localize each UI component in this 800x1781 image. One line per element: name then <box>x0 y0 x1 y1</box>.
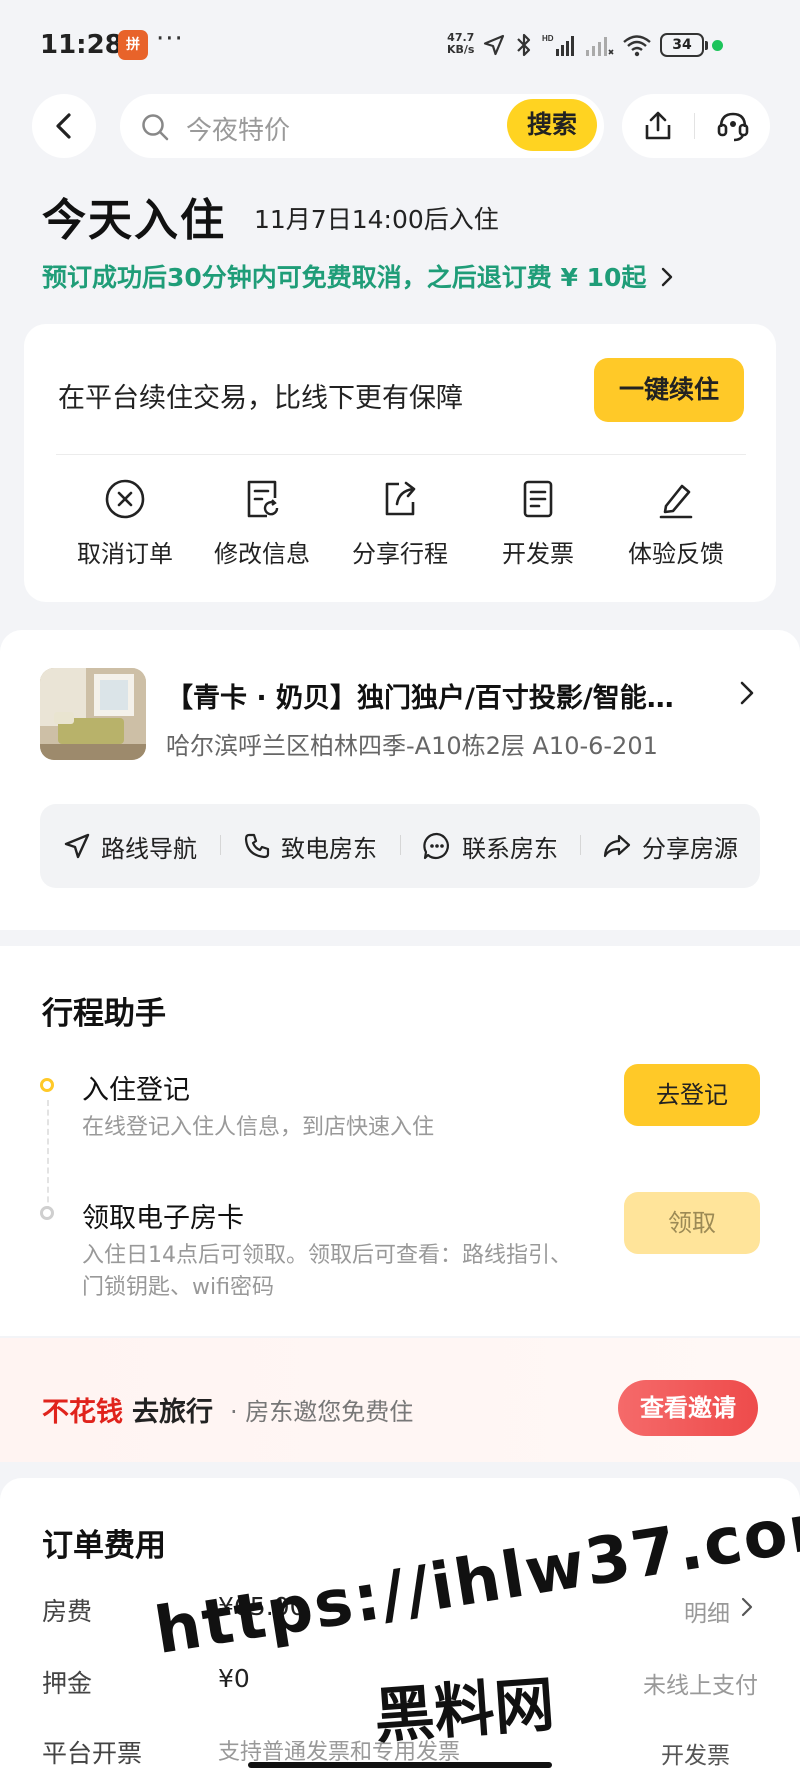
fee-status: 未线上支付 <box>643 1673 758 1699</box>
renew-text: 在平台续住交易，比线下更有保障 <box>58 383 463 414</box>
share-listing-button[interactable]: 分享房源 <box>580 829 760 864</box>
back-button[interactable] <box>32 94 96 158</box>
feedback-button[interactable]: 体验反馈 <box>607 478 745 569</box>
invoice-icon <box>523 480 553 518</box>
navigation-icon <box>64 833 90 859</box>
location-icon <box>483 34 505 56</box>
share-trip-button[interactable]: 分享行程 <box>331 478 469 569</box>
net-speed-unit: KB/s <box>447 43 475 56</box>
page-title: 今天入住 <box>42 195 226 246</box>
step-title: 领取电子房卡 <box>82 1203 244 1234</box>
signal-hd-icon: HD <box>542 34 574 56</box>
fee-label: 平台开票 <box>42 1739 143 1768</box>
pencil-icon <box>659 484 693 519</box>
house-thumbnail[interactable] <box>40 668 146 760</box>
promo-highlight: 不花钱 <box>42 1397 123 1428</box>
phone-icon <box>244 833 270 859</box>
chevron-left-icon <box>56 113 71 139</box>
signal-icon <box>586 37 614 56</box>
wifi-icon <box>623 35 651 57</box>
headset-icon[interactable] <box>716 110 750 142</box>
house-toolbar: 路线导航 致电房东 联系房东 分享房源 <box>40 804 760 888</box>
get-room-card-button[interactable]: 领取 <box>624 1192 760 1254</box>
step-desc: 入住日14点后可领取。领取后可查看：路线指引、 <box>82 1243 572 1268</box>
fee-detail-link[interactable]: 明细 <box>620 1594 730 1628</box>
divider <box>56 454 746 455</box>
tool-label: 致电房东 <box>281 834 377 863</box>
promo-title: 去旅行 <box>132 1397 213 1428</box>
status-icons: HD 34 <box>482 30 723 60</box>
bluetooth-icon <box>517 33 531 57</box>
step-indicator-active <box>40 1078 54 1092</box>
navigation-button[interactable]: 路线导航 <box>40 829 220 864</box>
edit-info-button[interactable]: 修改信息 <box>193 478 331 569</box>
cancel-policy-link[interactable]: 预订成功后30分钟内可免费取消，之后退订费 ¥ 10起 <box>42 258 675 294</box>
chevron-right-icon[interactable] <box>738 680 756 706</box>
divider <box>693 113 695 139</box>
trip-assistant-title: 行程助手 <box>42 996 166 1032</box>
order-fees-title: 订单费用 <box>42 1528 166 1564</box>
fee-label: 押金 <box>42 1669 93 1698</box>
room-photo <box>40 668 146 760</box>
checkin-time: 11月7日14:00后入住 <box>254 205 499 234</box>
chat-icon <box>423 832 449 860</box>
action-label: 开发票 <box>502 540 574 568</box>
message-host-button[interactable]: 联系房东 <box>400 829 580 864</box>
action-label: 体验反馈 <box>628 540 724 568</box>
issue-invoice-link[interactable]: 开发票 <box>630 1736 730 1770</box>
tool-label: 路线导航 <box>101 834 197 863</box>
call-host-button[interactable]: 致电房东 <box>220 829 400 864</box>
step-indicator-inactive <box>40 1206 54 1220</box>
battery-icon: 34 <box>660 33 708 57</box>
step-title: 入住登记 <box>82 1075 190 1106</box>
cancel-policy-text: 预订成功后30分钟内可免费取消，之后退订费 ¥ 10起 <box>42 263 647 292</box>
house-title[interactable]: 【青卡 · 奶贝】独门独户/百寸投影/智能… <box>166 676 726 715</box>
promo-subtitle: · 房东邀您免费住 <box>230 1398 414 1426</box>
action-label: 取消订单 <box>77 540 173 568</box>
svg-text:HD: HD <box>542 34 554 43</box>
cancel-order-button[interactable]: 取消订单 <box>56 478 194 569</box>
renew-button[interactable]: 一键续住 <box>594 358 744 422</box>
view-invitation-button[interactable]: 查看邀请 <box>618 1380 758 1436</box>
chevron-right-icon[interactable] <box>740 1596 754 1618</box>
status-time: 11:28 <box>40 30 123 60</box>
home-indicator[interactable] <box>248 1762 552 1768</box>
register-button[interactable]: 去登记 <box>624 1064 760 1126</box>
net-speed: 47.7 KB/s <box>447 32 474 56</box>
edit-document-icon <box>247 480 279 518</box>
share-box-icon <box>385 481 416 516</box>
search-icon <box>142 114 169 141</box>
top-right-actions <box>622 94 770 158</box>
forward-icon <box>603 834 631 858</box>
app-notification-icon: 拼 <box>118 30 148 60</box>
search-input[interactable]: 今夜特价 <box>186 110 290 147</box>
timeline-line <box>47 1100 49 1212</box>
share-icon[interactable] <box>643 110 673 142</box>
status-bar: 11:28 拼 ··· 47.7 KB/s HD 34 <box>0 0 800 80</box>
tool-label: 分享房源 <box>642 834 738 863</box>
more-notifications-icon: ··· <box>156 24 184 54</box>
search-button[interactable]: 搜索 <box>507 99 597 151</box>
privacy-indicator-dot <box>712 39 723 51</box>
fee-value: ¥0 <box>218 1664 250 1693</box>
action-label: 修改信息 <box>214 540 310 568</box>
house-address: 哈尔滨呼兰区柏林四季-A10栋2层 A10-6-201 <box>166 732 658 760</box>
cancel-circle-icon <box>105 479 145 519</box>
step-desc: 门锁钥匙、wifi密码 <box>82 1275 274 1300</box>
tool-label: 联系房东 <box>462 834 558 863</box>
invoice-button[interactable]: 开发票 <box>469 478 607 569</box>
action-label: 分享行程 <box>352 540 448 568</box>
chevron-right-icon <box>661 267 673 287</box>
step-desc: 在线登记入住人信息，到店快速入住 <box>82 1115 435 1140</box>
watermark-name: 黑料网 <box>372 1669 557 1753</box>
fee-label: 房费 <box>42 1597 93 1626</box>
